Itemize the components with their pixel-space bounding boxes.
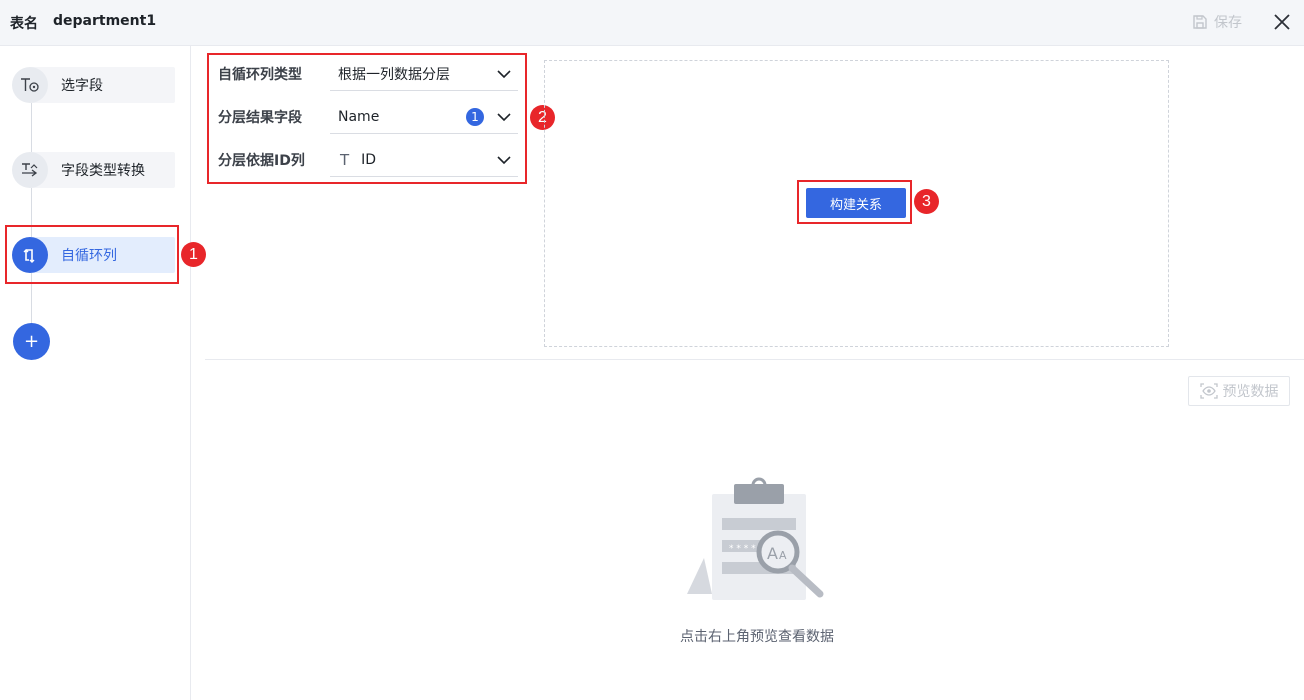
table-name-label: 表名 xyxy=(10,16,38,32)
type-convert-icon xyxy=(12,152,48,188)
step-panel: 选字段 字段类型转换 自循环列 + xyxy=(0,46,191,700)
empty-state-text: 点击右上角预览查看数据 xyxy=(680,629,834,645)
form-row-type: 自循环列类型 根据一列数据分层 xyxy=(218,54,518,94)
top-bar: 表名 department1 保存 xyxy=(0,0,1304,46)
preview-label: 预览数据 xyxy=(1222,384,1279,400)
type-select[interactable]: 根据一列数据分层 xyxy=(330,57,518,91)
chevron-down-icon xyxy=(497,113,511,122)
id-value: ID xyxy=(361,151,377,168)
annotation-badge-1: 1 xyxy=(181,242,206,267)
preview-data-button[interactable]: 预览数据 xyxy=(1188,376,1290,406)
save-button[interactable]: 保存 xyxy=(1192,10,1242,34)
build-relation-button[interactable]: 构建关系 xyxy=(806,188,906,218)
result-value: Name xyxy=(338,108,380,125)
type-value: 根据一列数据分层 xyxy=(338,66,450,83)
self-loop-icon xyxy=(12,237,48,273)
close-icon[interactable] xyxy=(1272,12,1292,32)
form-row-result: 分层结果字段 Name 1 xyxy=(218,97,518,137)
result-label: 分层结果字段 xyxy=(218,110,302,126)
table-name: department1 xyxy=(53,13,157,29)
empty-clipboard-icon: * * * * A A xyxy=(687,477,824,600)
annotation-badge-3: 3 xyxy=(914,189,939,214)
step-label: 自循环列 xyxy=(61,248,117,264)
svg-text:* * * *: * * * * xyxy=(729,544,756,554)
step-select-field[interactable]: 选字段 xyxy=(12,67,175,103)
step-type-convert[interactable]: 字段类型转换 xyxy=(12,152,175,188)
selected-count-badge: 1 xyxy=(466,108,484,126)
select-field-icon xyxy=(12,67,48,103)
svg-text:A: A xyxy=(779,549,787,562)
result-select[interactable]: Name 1 xyxy=(330,100,518,134)
type-label: 自循环列类型 xyxy=(218,67,302,83)
step-self-loop[interactable]: 自循环列 xyxy=(12,237,175,273)
section-divider xyxy=(205,359,1304,360)
save-icon xyxy=(1193,15,1207,29)
text-type-icon: T xyxy=(340,150,350,169)
save-label: 保存 xyxy=(1214,15,1242,31)
id-select[interactable]: T ID xyxy=(330,143,518,177)
step-label: 字段类型转换 xyxy=(61,163,145,179)
add-step-button[interactable]: + xyxy=(13,323,50,360)
id-label: 分层依据ID列 xyxy=(218,153,305,169)
form-row-id: 分层依据ID列 T ID xyxy=(218,140,518,180)
chevron-down-icon xyxy=(497,156,511,165)
step-label: 选字段 xyxy=(61,78,103,94)
preview-icon xyxy=(1199,383,1218,399)
step-timeline xyxy=(31,86,32,326)
chevron-down-icon xyxy=(497,70,511,79)
svg-text:A: A xyxy=(767,544,778,563)
